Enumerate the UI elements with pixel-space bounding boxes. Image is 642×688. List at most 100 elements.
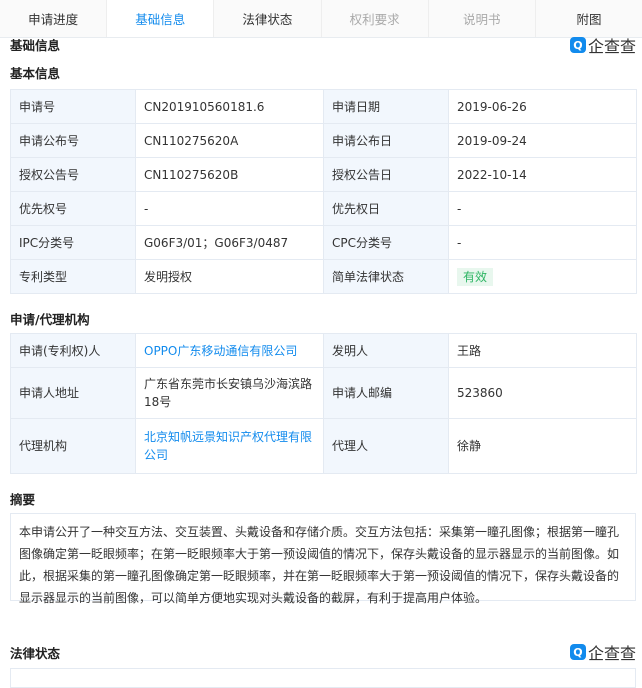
table-row: 授权公告号 CN110275620B 授权公告日 2022-10-14 xyxy=(10,157,637,192)
table-row: 申请(专利权)人 OPPO广东移动通信有限公司 发明人 王路 xyxy=(10,333,637,368)
field-label: 授权公告日 xyxy=(323,157,449,192)
field-value: 有效 xyxy=(448,259,637,294)
section-title: 基础信息 xyxy=(10,38,61,53)
entity-link[interactable]: OPPO广东移动通信有限公司 xyxy=(144,344,297,358)
field-label: 申请公布号 xyxy=(10,123,136,158)
table-row: IPC分类号 G06F3/01；G06F3/0487 CPC分类号 - xyxy=(10,225,637,260)
tab-claims[interactable]: 权利要求 xyxy=(322,0,429,37)
cell-text: 申请公布日 xyxy=(332,133,393,148)
cell-text: 代理人 xyxy=(332,439,369,453)
tab-basic-info[interactable]: 基础信息 xyxy=(107,0,215,37)
table-row: 代理机构 北京知帆远景知识产权代理有限公司 代理人 徐静 xyxy=(10,418,637,474)
field-label: 申请(专利权)人 xyxy=(10,333,136,368)
qcc-logo: Q 企查查 xyxy=(569,33,636,57)
cell-text: 授权公告日 xyxy=(332,167,393,182)
field-value: 北京知帆远景知识产权代理有限公司 xyxy=(135,418,324,474)
field-value: - xyxy=(448,191,637,226)
field-label: 申请公布日 xyxy=(323,123,449,158)
cell-text: 王路 xyxy=(457,343,482,358)
qcc-logo-text: 企查查 xyxy=(587,644,636,663)
cell-text: 广东省东莞市长安镇乌沙海滨路18号 xyxy=(144,377,313,409)
cell-text: - xyxy=(457,201,462,216)
cell-text: 2022-10-14 xyxy=(457,167,527,182)
cell-text: - xyxy=(144,201,149,216)
basic-info-table: 申请号 CN201910560181.6 申请日期 2019-06-26 申请公布号 CN… xyxy=(10,89,637,294)
cell-text: 徐静 xyxy=(457,439,482,453)
table-row: 专利类型 发明授权 简单法律状态 有效 xyxy=(10,259,637,294)
field-label: 简单法律状态 xyxy=(323,259,449,294)
cell-text: 代理机构 xyxy=(19,439,68,453)
cell-text: 授权公告号 xyxy=(19,167,80,182)
field-value: 2019-09-24 xyxy=(448,123,637,158)
field-value: 徐静 xyxy=(448,418,637,474)
field-value: 王路 xyxy=(448,333,637,368)
qcc-logo-icon: Q xyxy=(569,37,586,53)
cell-text: 申请(专利权)人 xyxy=(19,343,101,358)
field-value: CN201910560181.6 xyxy=(135,89,324,124)
field-value: - xyxy=(135,191,324,226)
legal-status-title: 法律状态 xyxy=(10,646,61,661)
field-label: IPC分类号 xyxy=(10,225,136,260)
field-value: 2019-06-26 xyxy=(448,89,637,124)
field-value: 发明授权 xyxy=(135,259,324,294)
cell-text: 简单法律状态 xyxy=(332,269,405,284)
field-value: 523860 xyxy=(448,367,637,419)
table-row: 优先权号 - 优先权日 - xyxy=(10,191,637,226)
cell-text: CN201910560181.6 xyxy=(144,99,265,114)
field-value: CN110275620B xyxy=(135,157,324,192)
cell-text: 523860 xyxy=(457,386,503,400)
cell-text: 专利类型 xyxy=(19,269,68,284)
abstract-title: 摘要 xyxy=(10,492,36,507)
cell-text: CN110275620B xyxy=(144,167,239,182)
field-label: 优先权号 xyxy=(10,191,136,226)
cell-text: 申请日期 xyxy=(332,99,381,114)
status-badge: 有效 xyxy=(457,267,494,286)
entity-link[interactable]: 北京知帆远景知识产权代理有限公司 xyxy=(144,430,312,462)
tab-legal-status[interactable]: 法律状态 xyxy=(214,0,322,37)
qcc-logo-text: 企查查 xyxy=(587,37,636,56)
cell-text: 申请号 xyxy=(19,99,56,114)
cell-text: 申请人邮编 xyxy=(332,386,393,400)
tab-bar: 申请进度 基础信息 法律状态 权利要求 说明书 附图 xyxy=(0,0,642,38)
qcc-logo-2: Q 企查查 xyxy=(569,640,636,664)
tab-description[interactable]: 说明书 xyxy=(429,0,536,37)
tab-application-progress[interactable]: 申请进度 xyxy=(0,0,108,37)
tab-drawings[interactable]: 附图 xyxy=(536,0,642,37)
field-value: 广东省东莞市长安镇乌沙海滨路18号 xyxy=(135,367,324,419)
table-row: 申请公布号 CN110275620A 申请公布日 2019-09-24 xyxy=(10,123,637,158)
field-label: 代理机构 xyxy=(10,418,136,474)
agency-title: 申请/代理机构 xyxy=(10,312,90,327)
field-label: 申请号 xyxy=(10,89,136,124)
cell-text: 发明人 xyxy=(332,343,369,358)
field-label: CPC分类号 xyxy=(323,225,449,260)
cell-text: IPC分类号 xyxy=(19,235,75,250)
cell-text: 2019-06-26 xyxy=(457,99,527,114)
field-label: 授权公告号 xyxy=(10,157,136,192)
cell-text: 优先权号 xyxy=(19,201,68,216)
field-value: CN110275620A xyxy=(135,123,324,158)
field-label: 代理人 xyxy=(323,418,449,474)
field-value: 2022-10-14 xyxy=(448,157,637,192)
field-label: 申请人邮编 xyxy=(323,367,449,419)
cell-text: - xyxy=(457,235,462,250)
cell-text: 优先权日 xyxy=(332,201,381,216)
table-row: 申请号 CN201910560181.6 申请日期 2019-06-26 xyxy=(10,89,637,124)
field-label: 专利类型 xyxy=(10,259,136,294)
cell-text: 申请公布号 xyxy=(19,133,80,148)
abstract-text: 本申请公开了一种交互方法、交互装置、头戴设备和存储介质。交互方法包括：采集第一瞳… xyxy=(10,513,636,605)
field-value: G06F3/01；G06F3/0487 xyxy=(135,225,324,260)
cell-text: CPC分类号 xyxy=(332,235,392,250)
field-label: 申请人地址 xyxy=(10,367,136,419)
field-value: - xyxy=(448,225,637,260)
cell-text: G06F3/01；G06F3/0487 xyxy=(144,235,289,250)
table-row: 申请人地址 广东省东莞市长安镇乌沙海滨路18号 申请人邮编 523860 xyxy=(10,367,637,419)
field-label: 申请日期 xyxy=(323,89,449,124)
agency-table: 申请(专利权)人 OPPO广东移动通信有限公司 发明人 王路申请人地址 广东省东莞市长安… xyxy=(10,333,637,474)
field-value: OPPO广东移动通信有限公司 xyxy=(135,333,324,368)
field-label: 发明人 xyxy=(323,333,449,368)
cell-text: CN110275620A xyxy=(144,133,239,148)
cell-text: 发明授权 xyxy=(144,269,193,284)
cell-text: 2019-09-24 xyxy=(457,133,527,148)
basic-info-title: 基本信息 xyxy=(10,66,61,81)
cell-text: 申请人地址 xyxy=(19,386,80,400)
